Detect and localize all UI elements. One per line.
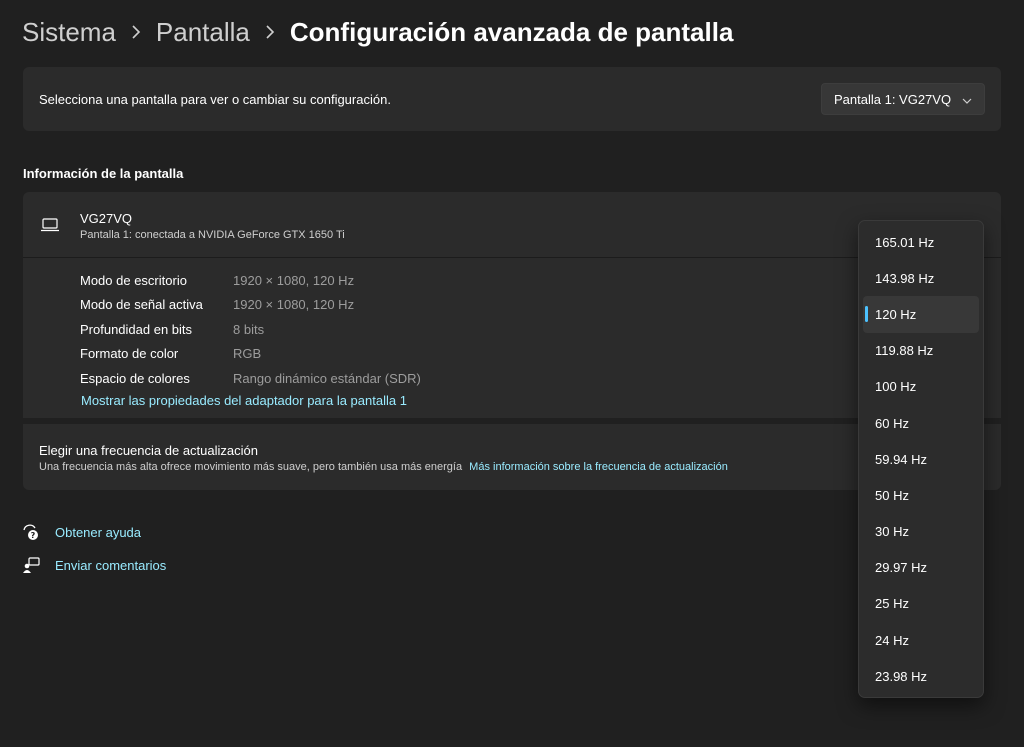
get-help-link[interactable]: ? Obtener ayuda — [22, 523, 141, 541]
display-info-header[interactable]: VG27VQ Pantalla 1: conectada a NVIDIA Ge… — [23, 192, 1001, 258]
frequency-option[interactable]: 119.88 Hz — [863, 333, 979, 369]
chevron-right-icon — [250, 24, 290, 40]
chevron-down-icon — [962, 92, 972, 107]
frequency-option[interactable]: 59.94 Hz — [863, 441, 979, 477]
frequency-option[interactable]: 143.98 Hz — [863, 260, 979, 296]
adapter-properties-link[interactable]: Mostrar las propiedades del adaptador pa… — [81, 393, 407, 408]
property-value: Rango dinámico estándar (SDR) — [233, 370, 421, 386]
send-feedback-link[interactable]: Enviar comentarios — [22, 556, 166, 574]
display-info-card: VG27VQ Pantalla 1: conectada a NVIDIA Ge… — [23, 192, 1001, 418]
help-icon: ? — [22, 523, 40, 541]
display-properties: Modo de escritorio 1920 × 1080, 120 Hz M… — [80, 268, 421, 391]
property-row: Formato de color RGB — [80, 342, 421, 367]
refresh-rate-card: Elegir una frecuencia de actualización U… — [23, 424, 1001, 490]
monitor-name: VG27VQ — [80, 211, 133, 226]
frequency-option-selected[interactable]: 120 Hz — [863, 296, 979, 333]
refresh-rate-description-text: Una frecuencia más alta ofrece movimient… — [39, 461, 463, 473]
property-key: Formato de color — [80, 346, 179, 362]
chevron-right-icon — [116, 24, 156, 40]
display-dropdown[interactable]: Pantalla 1: VG27VQ — [821, 83, 985, 115]
refresh-rate-dropdown-list[interactable]: 165.01 Hz 143.98 Hz 120 Hz 119.88 Hz 100… — [858, 220, 984, 698]
breadcrumb-pantalla[interactable]: Pantalla — [156, 17, 250, 48]
svg-text:?: ? — [31, 531, 36, 540]
frequency-option[interactable]: 25 Hz — [863, 586, 979, 622]
frequency-option[interactable]: 60 Hz — [863, 405, 979, 441]
laptop-icon — [40, 217, 60, 238]
property-value: RGB — [233, 346, 262, 362]
property-value: 1920 × 1080, 120 Hz — [233, 297, 355, 313]
property-key: Modo de escritorio — [80, 272, 187, 288]
select-display-card: Selecciona una pantalla para ver o cambi… — [23, 67, 1001, 131]
frequency-option[interactable]: 30 Hz — [863, 514, 979, 550]
property-row: Modo de señal activa 1920 × 1080, 120 Hz — [80, 293, 421, 318]
property-row: Modo de escritorio 1920 × 1080, 120 Hz — [80, 268, 421, 293]
page-title: Configuración avanzada de pantalla — [289, 16, 734, 47]
get-help-label: Obtener ayuda — [55, 524, 142, 540]
property-key: Espacio de colores — [80, 370, 190, 386]
frequency-option[interactable]: 50 Hz — [863, 477, 979, 513]
breadcrumb: Sistema Pantalla Configuración avanzada … — [22, 12, 733, 52]
frequency-option[interactable]: 24 Hz — [863, 622, 979, 658]
select-display-label: Selecciona una pantalla para ver o cambi… — [39, 91, 391, 107]
display-dropdown-value: Pantalla 1: VG27VQ — [834, 91, 952, 107]
frequency-option[interactable]: 165.01 Hz — [863, 224, 979, 260]
feedback-icon — [22, 556, 40, 574]
property-value: 1920 × 1080, 120 Hz — [233, 272, 355, 288]
property-key: Profundidad en bits — [80, 321, 193, 337]
refresh-rate-title: Elegir una frecuencia de actualización — [39, 443, 258, 458]
refresh-rate-description: Una frecuencia más alta ofrece movimient… — [39, 461, 728, 473]
monitor-subtitle: Pantalla 1: conectada a NVIDIA GeForce G… — [80, 229, 345, 241]
refresh-rate-info-link[interactable]: Más información sobre la frecuencia de a… — [469, 461, 728, 473]
breadcrumb-sistema[interactable]: Sistema — [22, 17, 116, 48]
property-key: Modo de señal activa — [80, 297, 203, 313]
frequency-option[interactable]: 100 Hz — [863, 369, 979, 405]
send-feedback-label: Enviar comentarios — [55, 557, 167, 573]
property-row: Espacio de colores Rango dinámico estánd… — [80, 366, 421, 391]
property-value: 8 bits — [233, 321, 265, 337]
property-row: Profundidad en bits 8 bits — [80, 317, 421, 342]
frequency-option[interactable]: 29.97 Hz — [863, 550, 979, 586]
frequency-option[interactable]: 23.98 Hz — [863, 658, 979, 694]
settings-page: Sistema Pantalla Configuración avanzada … — [0, 0, 1024, 747]
section-title: Información de la pantalla — [23, 166, 184, 181]
